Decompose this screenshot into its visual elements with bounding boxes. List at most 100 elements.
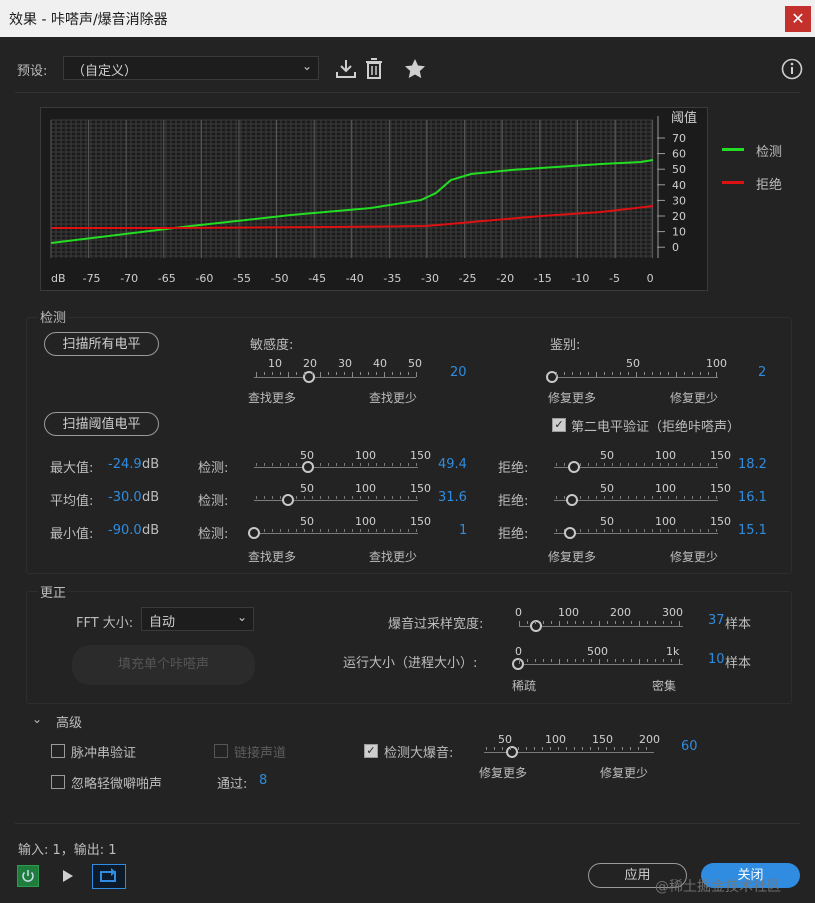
reject-tick (676, 496, 677, 499)
sensitivity-tick (352, 372, 353, 377)
detect-slider-track[interactable] (254, 533, 418, 534)
fft-select[interactable]: 自动 ⌄ (141, 607, 254, 631)
scan-threshold-button[interactable]: 扫描阈值电平 (44, 412, 159, 436)
reject-tick (644, 496, 645, 499)
reject-tick (564, 496, 565, 499)
detect-knob[interactable] (302, 461, 315, 473)
detect-knob[interactable] (248, 527, 260, 539)
run-size-tick (543, 659, 544, 662)
level-unit: dB (142, 457, 160, 472)
detect-tick (328, 496, 329, 499)
x-tick-label: dB (51, 272, 66, 285)
io-info: 输入: 1，输出: 1 (18, 843, 117, 858)
star-icon[interactable] (404, 58, 426, 78)
trash-icon[interactable] (364, 57, 384, 81)
reject-value[interactable]: 16.1 (738, 490, 767, 505)
detect-value[interactable]: 1 (459, 523, 467, 538)
reject-knob[interactable] (566, 494, 579, 506)
detect-tick (360, 463, 361, 466)
reject-slider-track[interactable] (554, 533, 718, 534)
pop-width-knob[interactable] (530, 620, 542, 632)
big-pop-checkbox[interactable]: ✓ (364, 744, 378, 758)
detect-tick (392, 463, 393, 466)
big-pop-value[interactable]: 60 (681, 739, 698, 754)
discrimination-tick (564, 372, 565, 375)
run-size-knob[interactable] (512, 658, 524, 670)
link-channels-checkbox[interactable] (214, 744, 228, 758)
sensitivity-tick (280, 372, 281, 375)
level-name: 最大值: (50, 461, 94, 476)
sensitivity-value[interactable]: 20 (450, 365, 467, 380)
pop-width-tick (575, 621, 576, 624)
run-size-tick (607, 659, 608, 662)
discrimination-tick (628, 372, 629, 375)
run-size-unit: 样本 (725, 656, 752, 671)
reject-tick (716, 496, 717, 499)
power-icon[interactable] (17, 865, 39, 887)
sensitivity-track[interactable] (254, 377, 416, 378)
run-size-track[interactable] (519, 664, 683, 665)
save-preset-icon[interactable] (334, 58, 358, 80)
reject-value[interactable]: 18.2 (738, 457, 767, 472)
x-tick-label: -60 (195, 272, 213, 285)
pop-width-value[interactable]: 37 (708, 613, 725, 628)
passes-value[interactable]: 8 (259, 773, 267, 788)
reject-tick (644, 529, 645, 532)
reject-tick (716, 529, 717, 532)
detect-tick (400, 496, 401, 499)
reject-tick (668, 529, 669, 532)
reject-slider-track[interactable] (554, 500, 718, 501)
pulse-checkbox[interactable] (51, 744, 65, 758)
level-value: -24.9 (108, 457, 142, 472)
detect-tick (264, 463, 265, 466)
pop-width-tick (527, 621, 528, 624)
reject-value[interactable]: 15.1 (738, 523, 767, 538)
info-icon[interactable] (781, 58, 803, 80)
reject-tick (652, 496, 653, 499)
preset-select[interactable]: （自定义） ⌄ (63, 56, 319, 80)
section-title-advanced[interactable]: 高级 (56, 712, 82, 731)
detect-value[interactable]: 49.4 (438, 457, 467, 472)
pop-width-track[interactable] (519, 626, 683, 627)
reject-tick (660, 463, 661, 466)
discrimination-track[interactable] (554, 377, 718, 378)
detect-value[interactable]: 31.6 (438, 490, 467, 505)
detect-tick (264, 496, 265, 499)
play-icon[interactable] (60, 868, 76, 884)
sensitivity-tick-label: 50 (408, 357, 422, 370)
detect-slider-track[interactable] (254, 467, 418, 468)
detect-left-caption: 查找更多 (248, 550, 297, 564)
reject-tick (612, 529, 613, 532)
reject-tick (612, 463, 613, 466)
fill-single-click-button[interactable]: 填充单个咔嗒声 (72, 645, 255, 685)
discrimination-value[interactable]: 2 (758, 365, 766, 380)
x-tick-label: -15 (534, 272, 552, 285)
detect-tick (272, 463, 273, 466)
run-size-tick (535, 659, 536, 662)
reject-tick (604, 529, 605, 532)
detect-slider-track[interactable] (254, 500, 418, 501)
second-level-checkbox[interactable]: ✓ (552, 418, 566, 432)
second-level-label: 第二电平验证（拒绝咔嗒声） (571, 420, 741, 435)
close-icon[interactable]: ✕ (785, 6, 811, 32)
detect-tick (376, 463, 377, 466)
threshold-graph[interactable]: dB -75 -70 -65 -60 -55 -50 -45 -40 -35 -30 -25 -20 -1… (40, 107, 708, 291)
chevron-down-icon[interactable]: ⌄ (32, 712, 42, 726)
big-pop-left-caption: 修复更多 (479, 766, 528, 780)
run-size-tick (599, 659, 600, 664)
reject-tick-label: 50 (600, 449, 614, 462)
y-tick-label: 60 (672, 148, 686, 161)
discrimination-tick (660, 372, 661, 375)
scan-all-button[interactable]: 扫描所有电平 (44, 332, 159, 356)
chevron-down-icon: ⌄ (236, 610, 247, 624)
reject-tick (692, 463, 693, 466)
detect-label: 检测: (198, 527, 229, 542)
loop-icon[interactable] (92, 864, 126, 889)
big-pop-tick (558, 747, 559, 750)
run-size-value[interactable]: 10 (708, 652, 725, 667)
reject-tick (620, 463, 621, 466)
ignore-crackle-checkbox[interactable] (51, 775, 65, 789)
big-pop-tick (518, 747, 519, 750)
big-pop-knob[interactable] (506, 746, 518, 758)
reject-knob[interactable] (567, 461, 580, 473)
